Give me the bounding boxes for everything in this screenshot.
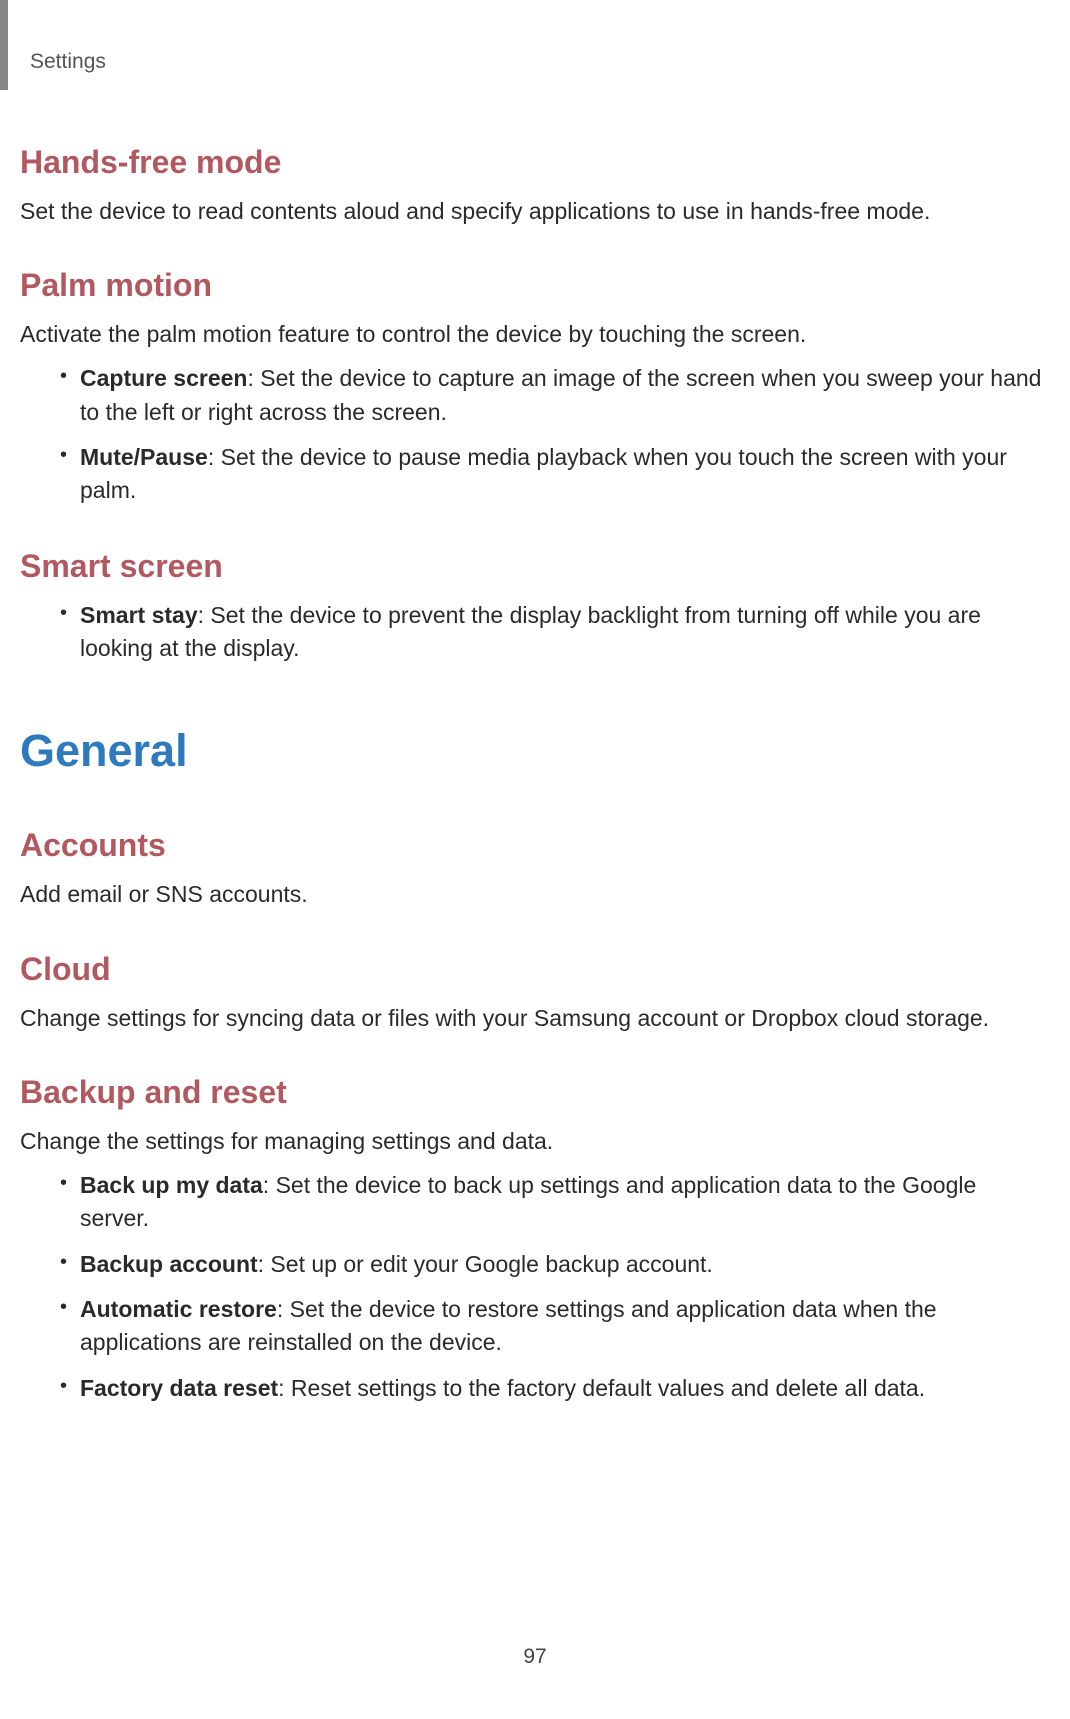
header-label: Settings [30, 50, 1050, 74]
item-text: : Set the device to prevent the display … [80, 602, 981, 661]
section-accounts: Accounts Add email or SNS accounts. [20, 827, 1050, 910]
item-term: Smart stay [80, 602, 198, 628]
item-term: Back up my data [80, 1172, 263, 1198]
section-backup-reset: Backup and reset Change the settings for… [20, 1074, 1050, 1405]
list-backup-reset: Back up my data: Set the device to back … [20, 1169, 1050, 1405]
list-item: Backup account: Set up or edit your Goog… [60, 1248, 1050, 1281]
desc-palm-motion: Activate the palm motion feature to cont… [20, 318, 1050, 350]
desc-hands-free: Set the device to read contents aloud an… [20, 195, 1050, 227]
section-cloud: Cloud Change settings for syncing data o… [20, 951, 1050, 1034]
heading-palm-motion: Palm motion [20, 267, 1050, 304]
list-palm-motion: Capture screen: Set the device to captur… [20, 362, 1050, 507]
heading-general: General [20, 725, 1050, 777]
item-term: Backup account [80, 1251, 258, 1277]
item-term: Factory data reset [80, 1375, 278, 1401]
section-smart-screen: Smart screen Smart stay: Set the device … [20, 548, 1050, 666]
list-item: Back up my data: Set the device to back … [60, 1169, 1050, 1236]
item-term: Capture screen [80, 365, 247, 391]
desc-backup-reset: Change the settings for managing setting… [20, 1125, 1050, 1157]
item-text: : Set up or edit your Google backup acco… [258, 1251, 713, 1277]
list-item: Mute/Pause: Set the device to pause medi… [60, 441, 1050, 508]
item-text: : Reset settings to the factory default … [278, 1375, 925, 1401]
desc-cloud: Change settings for syncing data or file… [20, 1002, 1050, 1034]
heading-backup-reset: Backup and reset [20, 1074, 1050, 1111]
desc-accounts: Add email or SNS accounts. [20, 878, 1050, 910]
page-tab-marker [0, 0, 8, 90]
list-item: Automatic restore: Set the device to res… [60, 1293, 1050, 1360]
list-item: Factory data reset: Reset settings to th… [60, 1372, 1050, 1405]
heading-smart-screen: Smart screen [20, 548, 1050, 585]
manual-page: Settings Hands-free mode Set the device … [0, 0, 1070, 1719]
section-hands-free-mode: Hands-free mode Set the device to read c… [20, 144, 1050, 227]
heading-cloud: Cloud [20, 951, 1050, 988]
item-text: : Set the device to pause media playback… [80, 444, 1007, 503]
list-item: Smart stay: Set the device to prevent th… [60, 599, 1050, 666]
section-palm-motion: Palm motion Activate the palm motion fea… [20, 267, 1050, 508]
list-smart-screen: Smart stay: Set the device to prevent th… [20, 599, 1050, 666]
page-number: 97 [0, 1645, 1070, 1669]
heading-hands-free: Hands-free mode [20, 144, 1050, 181]
item-term: Mute/Pause [80, 444, 208, 470]
heading-accounts: Accounts [20, 827, 1050, 864]
item-term: Automatic restore [80, 1296, 277, 1322]
list-item: Capture screen: Set the device to captur… [60, 362, 1050, 429]
